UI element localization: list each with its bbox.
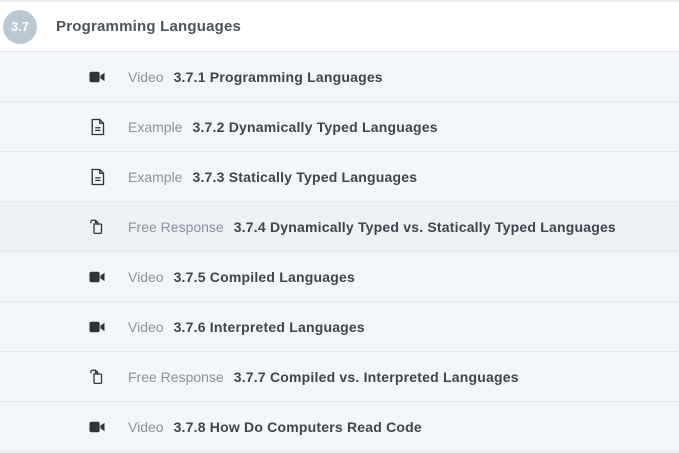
document-icon	[88, 168, 106, 186]
item-type-label: Video	[128, 269, 164, 285]
item-title: 3.7.3 Statically Typed Languages	[192, 169, 417, 185]
section-number-badge: 3.7	[3, 10, 37, 44]
lesson-row[interactable]: Video 3.7.5 Compiled Languages	[0, 252, 679, 302]
lesson-row[interactable]: Free Response 3.7.4 Dynamically Typed vs…	[0, 202, 679, 252]
video-icon	[88, 68, 106, 86]
copy-icon	[88, 218, 106, 236]
item-type-label: Free Response	[128, 219, 224, 235]
lesson-row[interactable]: Free Response 3.7.7 Compiled vs. Interpr…	[0, 352, 679, 402]
item-title: 3.7.5 Compiled Languages	[174, 269, 355, 285]
item-type-label: Free Response	[128, 369, 224, 385]
video-icon	[88, 318, 106, 336]
lesson-row[interactable]: Video 3.7.6 Interpreted Languages	[0, 302, 679, 352]
lesson-row[interactable]: Video 3.7.8 How Do Computers Read Code	[0, 402, 679, 452]
item-title: 3.7.1 Programming Languages	[174, 69, 383, 85]
document-icon	[88, 118, 106, 136]
item-type-label: Example	[128, 119, 182, 135]
section-header-row[interactable]: 3.7 Programming Languages	[0, 0, 679, 52]
item-type-label: Example	[128, 169, 182, 185]
video-icon	[88, 268, 106, 286]
lesson-row[interactable]: Example 3.7.2 Dynamically Typed Language…	[0, 102, 679, 152]
item-title: 3.7.4 Dynamically Typed vs. Statically T…	[234, 219, 616, 235]
item-title: 3.7.6 Interpreted Languages	[174, 319, 365, 335]
item-title: 3.7.8 How Do Computers Read Code	[174, 419, 422, 435]
copy-icon	[88, 368, 106, 386]
section-title: Programming Languages	[56, 18, 241, 35]
item-title: 3.7.7 Compiled vs. Interpreted Languages	[234, 369, 519, 385]
item-title: 3.7.2 Dynamically Typed Languages	[192, 119, 437, 135]
curriculum-section-panel: 3.7 Programming Languages Video 3.7.1 Pr…	[0, 0, 679, 453]
video-icon	[88, 418, 106, 436]
item-type-label: Video	[128, 69, 164, 85]
lesson-row[interactable]: Video 3.7.1 Programming Languages	[0, 52, 679, 102]
item-type-label: Video	[128, 419, 164, 435]
lesson-row[interactable]: Example 3.7.3 Statically Typed Languages	[0, 152, 679, 202]
item-type-label: Video	[128, 319, 164, 335]
